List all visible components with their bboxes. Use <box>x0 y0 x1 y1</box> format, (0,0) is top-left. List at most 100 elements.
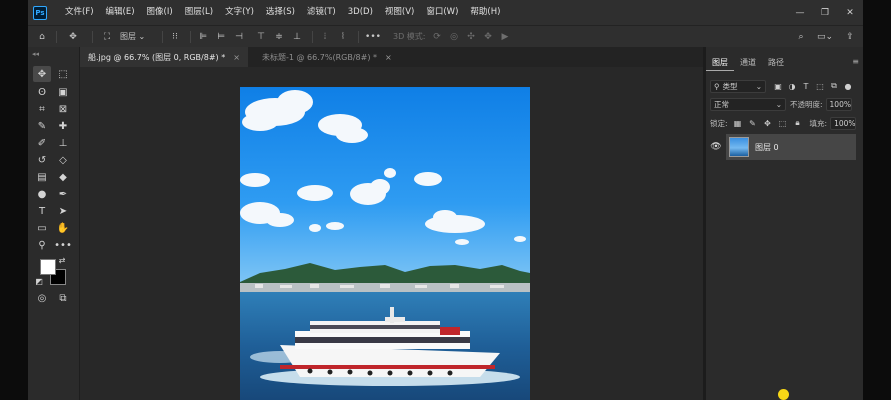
object-select-tool-icon[interactable]: ▣ <box>54 84 72 100</box>
lock-position-icon[interactable]: ✥ <box>762 117 774 129</box>
layer-row[interactable]: 图层 0 <box>726 134 856 160</box>
hand-tool-icon[interactable]: ✋ <box>54 220 72 236</box>
lock-image-icon[interactable]: ✎ <box>747 117 759 129</box>
move-tool-icon[interactable]: ✥ <box>33 66 51 82</box>
tab-channels[interactable]: 通道 <box>734 55 762 71</box>
menu-file[interactable]: 文件(F) <box>59 0 100 25</box>
lock-artboard-icon[interactable]: ⬚ <box>777 117 789 129</box>
lock-label: 锁定: <box>710 118 728 128</box>
opacity-label: 不透明度: <box>790 99 823 109</box>
home-icon[interactable]: ⌂ <box>34 26 50 48</box>
menu-filter[interactable]: 滤镜(T) <box>301 0 342 25</box>
stamp-tool-icon[interactable]: ⊥ <box>54 135 72 151</box>
boat-photo <box>240 87 530 400</box>
lock-transparent-icon[interactable]: ▦ <box>732 117 744 129</box>
menu-type[interactable]: 文字(Y) <box>219 0 260 25</box>
blend-row: 正常 ⌄ 不透明度: 100% <box>706 95 863 113</box>
more-options-icon[interactable]: ••• <box>364 26 382 48</box>
filter-type-icon[interactable]: T <box>800 80 812 92</box>
3d-mode-label: 3D 模式: <box>393 32 426 41</box>
marquee-tool-icon[interactable]: ⬚ <box>54 66 72 82</box>
move-tool-preset-icon[interactable]: ✥ <box>62 26 84 48</box>
screen-mode-icon[interactable]: ⧉ <box>54 290 72 306</box>
workspace-icon[interactable]: ▭⌄ <box>816 26 834 48</box>
options-bar: ⌂ ✥ ⛶ 图层 ⌄ ⁝⁝ ⊫ ⊨ ⊣ ⊤ ≑ ⊥ ⦙ ⦚ ••• 3D 模式:… <box>28 25 863 47</box>
menu-edit[interactable]: 编辑(E) <box>100 0 141 25</box>
close-window-button[interactable]: ✕ <box>840 0 860 25</box>
layers-panel: 图层 通道 路径 ≡ ⚲ 类型 ⌄ ▣ ◑ T ⬚ ⧉ ● 正常 ⌄ 不透明度: 1… <box>706 47 863 400</box>
crop-tool-icon[interactable]: ⌗ <box>33 101 51 117</box>
blend-mode-select[interactable]: 正常 ⌄ <box>710 97 786 111</box>
restore-button[interactable]: ❐ <box>815 0 835 25</box>
more-tools-icon[interactable]: ••• <box>54 237 72 253</box>
3d-roll-icon: ◎ <box>450 32 458 42</box>
menu-select[interactable]: 选择(S) <box>260 0 301 25</box>
tab-untitled-1[interactable]: 未标题-1 @ 66.7%(RGB/8#) * × <box>254 47 400 67</box>
align-center-icon[interactable]: ⊨ <box>214 26 228 48</box>
eye-icon[interactable]: 👁︎ <box>710 141 722 153</box>
lasso-tool-icon[interactable]: ʘ <box>33 84 51 100</box>
align-top-icon[interactable]: ⊤ <box>254 26 268 48</box>
align-bottom-icon[interactable]: ⊥ <box>290 26 304 48</box>
pen-tool-icon[interactable]: ✒ <box>54 186 72 202</box>
collapse-toolbar-icon[interactable]: ◂◂ <box>32 50 39 58</box>
type-tool-icon[interactable]: T <box>33 203 51 219</box>
close-tab-icon[interactable]: × <box>385 53 392 62</box>
document-image-boat[interactable] <box>240 87 530 400</box>
lock-all-icon[interactable]: 🔒︎ <box>792 117 804 129</box>
dodge-tool-icon[interactable]: ● <box>33 186 51 202</box>
menu-view[interactable]: 视图(V) <box>379 0 420 25</box>
canvas-area[interactable] <box>80 67 703 400</box>
foreground-color-swatch[interactable] <box>40 259 56 275</box>
auto-select-icon[interactable]: ⛶ <box>100 26 114 48</box>
filter-kind-select[interactable]: ⚲ 类型 ⌄ <box>710 79 766 93</box>
filter-shape-icon[interactable]: ⬚ <box>814 80 826 92</box>
quick-mask-icon[interactable]: ◎ <box>33 290 51 306</box>
tab-paths[interactable]: 路径 <box>762 55 790 71</box>
distribute-icon[interactable]: ⦙ <box>318 26 332 48</box>
share-icon[interactable]: ⇪ <box>843 26 857 48</box>
close-tab-icon[interactable]: × <box>233 53 240 62</box>
menu-image[interactable]: 图像(I) <box>141 0 179 25</box>
menu-3d[interactable]: 3D(D) <box>342 0 379 25</box>
brush-tool-icon[interactable]: ✐ <box>33 135 51 151</box>
filter-smart-object-icon[interactable]: ⧉ <box>828 80 840 92</box>
blur-tool-icon[interactable]: ◆ <box>54 169 72 185</box>
3d-slide-icon: ✥ <box>484 32 492 42</box>
align-middle-icon[interactable]: ≑ <box>272 26 286 48</box>
gradient-tool-icon[interactable]: ▤ <box>33 169 51 185</box>
menu-layer[interactable]: 图层(L) <box>179 0 219 25</box>
transform-controls-icon[interactable]: ⁝⁝ <box>168 26 182 48</box>
tab-layers[interactable]: 图层 <box>706 55 734 71</box>
panel-menu-icon[interactable]: ≡ <box>852 57 859 66</box>
distribute-vertical-icon[interactable]: ⦚ <box>336 26 350 48</box>
default-colors-icon[interactable]: ◩ <box>34 276 44 286</box>
document-tabs: 船.jpg @ 66.7% (图层 0, RGB/8#) * × 未标题-1 @… <box>80 47 703 67</box>
filter-toggle-icon[interactable]: ● <box>842 80 854 92</box>
path-select-tool-icon[interactable]: ➤ <box>54 203 72 219</box>
menu-help[interactable]: 帮助(H) <box>464 0 506 25</box>
main-menu: 文件(F) 编辑(E) 图像(I) 图层(L) 文字(Y) 选择(S) 滤镜(T… <box>59 0 506 25</box>
eraser-tool-icon[interactable]: ◇ <box>54 152 72 168</box>
fill-input[interactable]: 100% <box>830 116 857 130</box>
spot-healing-tool-icon[interactable]: ✚ <box>54 118 72 134</box>
minimize-button[interactable]: — <box>790 0 810 25</box>
tab-boat-jpg[interactable]: 船.jpg @ 66.7% (图层 0, RGB/8#) * × <box>80 47 248 67</box>
shape-tool-icon[interactable]: ▭ <box>33 220 51 236</box>
filter-adjustment-icon[interactable]: ◑ <box>786 80 798 92</box>
opacity-input[interactable]: 100% <box>825 97 852 111</box>
history-brush-tool-icon[interactable]: ↺ <box>33 152 51 168</box>
align-left-icon[interactable]: ⊫ <box>196 26 210 48</box>
layer-thumbnail <box>729 137 749 157</box>
menu-window[interactable]: 窗口(W) <box>420 0 464 25</box>
search-icon[interactable]: ⌕ <box>794 26 808 48</box>
align-right-icon[interactable]: ⊣ <box>232 26 246 48</box>
frame-tool-icon[interactable]: ⊠ <box>54 101 72 117</box>
auto-select-target-dropdown[interactable]: 图层 ⌄ <box>120 26 145 48</box>
zoom-tool-icon[interactable]: ⚲ <box>33 237 51 253</box>
eyedropper-tool-icon[interactable]: ✎ <box>33 118 51 134</box>
tab-label: 船.jpg @ 66.7% (图层 0, RGB/8#) * <box>88 52 226 62</box>
filter-pixel-icon[interactable]: ▣ <box>772 80 784 92</box>
fill-label: 填充: <box>809 118 828 128</box>
swap-colors-icon[interactable]: ⇄ <box>56 255 68 265</box>
